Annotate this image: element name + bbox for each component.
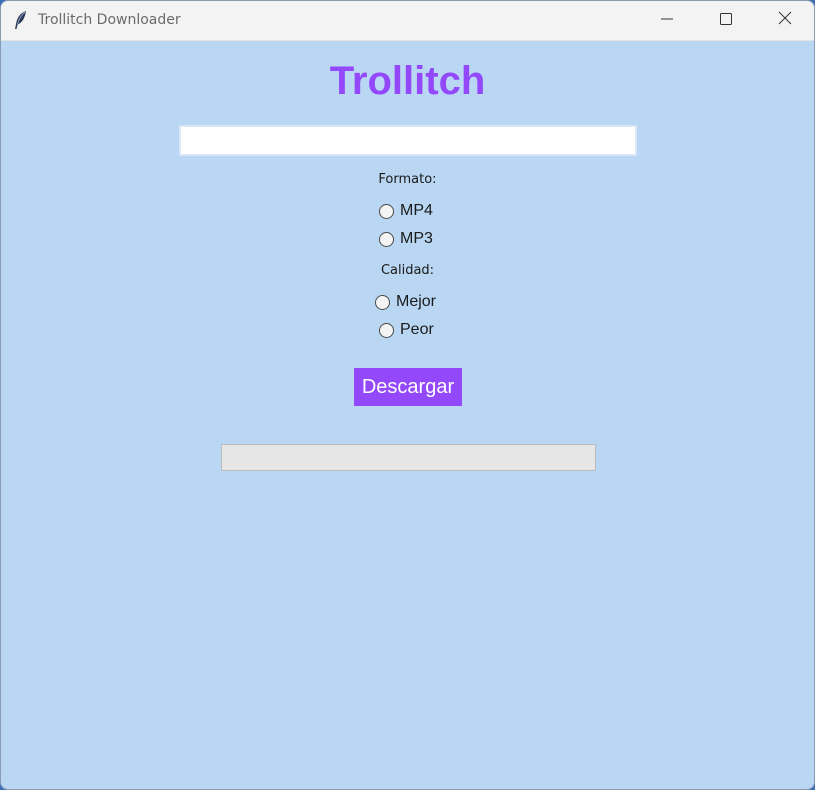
download-progress-bar	[221, 444, 596, 471]
quality-option-label: Mejor	[396, 293, 437, 310]
radio-unchecked-icon	[375, 294, 390, 310]
window-title: Trollitch Downloader	[38, 12, 181, 28]
main-content: Trollitch Formato: MP4 MP3 Calidad: Mejo…	[1, 41, 814, 789]
radio-unchecked-icon	[379, 322, 394, 338]
feather-icon	[13, 10, 29, 30]
radio-unchecked-icon	[379, 203, 394, 219]
app-heading: Trollitch	[329, 59, 486, 103]
radio-unchecked-icon	[379, 231, 394, 247]
quality-label: Calidad:	[380, 263, 435, 278]
quality-option-best[interactable]: Mejor	[375, 293, 436, 311]
title-bar[interactable]: Trollitch Downloader	[1, 1, 814, 41]
close-icon	[778, 11, 792, 30]
url-input[interactable]	[179, 125, 637, 156]
quality-option-worst[interactable]: Peor	[379, 321, 434, 339]
format-option-mp3[interactable]: MP3	[379, 230, 433, 248]
minimize-icon	[661, 12, 673, 30]
format-option-label: MP4	[400, 202, 433, 219]
format-label: Formato:	[378, 172, 437, 187]
quality-option-label: Peor	[400, 321, 434, 338]
app-window: Trollitch Downloader Trollitch Formato: …	[0, 0, 815, 790]
download-button[interactable]: Descargar	[354, 368, 462, 406]
format-option-mp4[interactable]: MP4	[379, 202, 433, 220]
maximize-button[interactable]	[697, 1, 755, 40]
format-option-label: MP3	[400, 230, 433, 247]
maximize-icon	[720, 12, 732, 30]
minimize-button[interactable]	[638, 1, 696, 40]
close-button[interactable]	[756, 1, 814, 40]
